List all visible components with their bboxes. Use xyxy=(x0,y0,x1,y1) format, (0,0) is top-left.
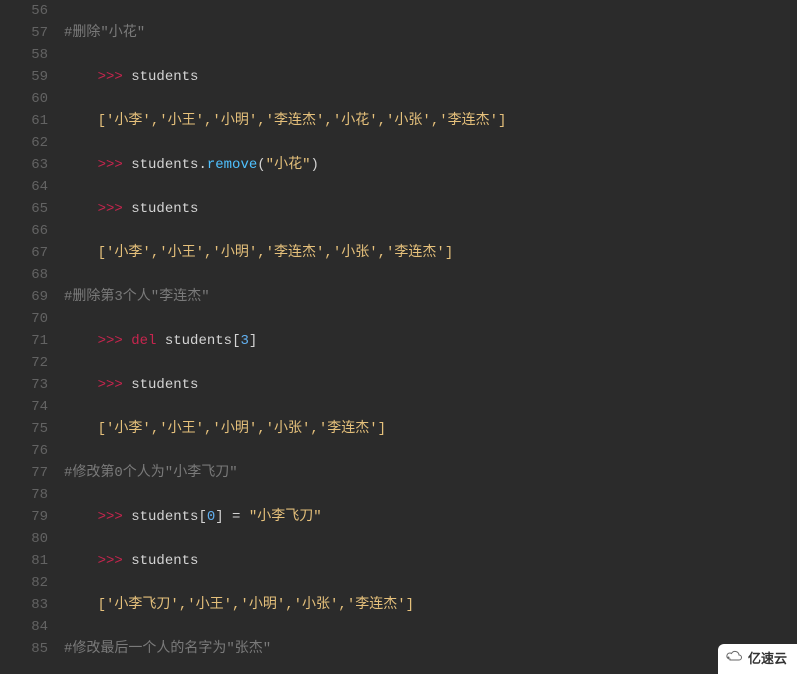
line-number: 71 xyxy=(0,330,48,352)
identifier: students xyxy=(131,377,198,393)
comment-text: #删除"小花" xyxy=(64,25,145,41)
line-number: 66 xyxy=(0,220,48,242)
paren-open: ( xyxy=(257,157,265,173)
code-line: >>> students xyxy=(64,374,797,396)
code-line: >>> del students[3] xyxy=(64,330,797,352)
code-line: >>> students xyxy=(64,66,797,88)
repl-prompt: >>> xyxy=(98,509,132,525)
code-line: #修改最后一个人的名字为"张杰" xyxy=(64,638,797,660)
code-line: ['小李飞刀','小王','小明','小张','李连杰'] xyxy=(64,594,797,616)
repl-prompt: >>> xyxy=(98,553,132,569)
identifier: students xyxy=(165,333,232,349)
line-number: 58 xyxy=(0,44,48,66)
line-number: 73 xyxy=(0,374,48,396)
line-number: 79 xyxy=(0,506,48,528)
list-output: ['小李','小王','小明','李连杰','小张','李连杰'] xyxy=(98,245,454,261)
line-number: 77 xyxy=(0,462,48,484)
list-output: ['小李','小王','小明','小张','李连杰'] xyxy=(98,421,386,437)
repl-prompt: >>> xyxy=(98,157,132,173)
code-line: >>> students[0] = "小李飞刀" xyxy=(64,506,797,528)
code-line: #删除第3个人"李连杰" xyxy=(64,286,797,308)
line-number: 80 xyxy=(0,528,48,550)
line-number: 65 xyxy=(0,198,48,220)
code-editor: 56 57 58 59 60 61 62 63 64 65 66 67 68 6… xyxy=(0,0,797,674)
code-line: #修改第0个人为"小李飞刀" xyxy=(64,462,797,484)
bracket-close: ] xyxy=(249,333,257,349)
line-number-gutter: 56 57 58 59 60 61 62 63 64 65 66 67 68 6… xyxy=(0,0,54,674)
keyword-del: del xyxy=(131,333,156,349)
dot: . xyxy=(198,157,206,173)
line-number: 70 xyxy=(0,308,48,330)
method-name: remove xyxy=(207,157,257,173)
line-number: 64 xyxy=(0,176,48,198)
bracket-close: ] xyxy=(215,509,223,525)
line-number: 57 xyxy=(0,22,48,44)
line-number: 60 xyxy=(0,88,48,110)
line-number: 85 xyxy=(0,638,48,660)
paren-close: ) xyxy=(310,157,318,173)
code-line: >>> students xyxy=(64,550,797,572)
identifier: students xyxy=(131,509,198,525)
line-number: 72 xyxy=(0,352,48,374)
code-line: ['小李','小王','小明','李连杰','小花','小张','李连杰'] xyxy=(64,110,797,132)
bracket-open: [ xyxy=(198,509,206,525)
cloud-icon xyxy=(724,648,744,670)
line-number: 83 xyxy=(0,594,48,616)
code-line: #删除"小花" xyxy=(64,22,797,44)
line-number: 84 xyxy=(0,616,48,638)
comment-text: #修改最后一个人的名字为"张杰" xyxy=(64,641,271,657)
space xyxy=(156,333,164,349)
list-output: ['小李飞刀','小王','小明','小张','李连杰'] xyxy=(98,597,414,613)
string-literal: "小李飞刀" xyxy=(249,509,322,525)
line-number: 68 xyxy=(0,264,48,286)
line-number: 82 xyxy=(0,572,48,594)
code-panel: #删除"小花" >>> students ['小李','小王','小明','李连… xyxy=(54,0,797,674)
list-output: ['小李','小王','小明','李连杰','小花','小张','李连杰'] xyxy=(98,113,507,129)
identifier: students xyxy=(131,157,198,173)
code-line: >>> students.remove("小花") xyxy=(64,154,797,176)
line-number: 61 xyxy=(0,110,48,132)
identifier: students xyxy=(131,69,198,85)
repl-prompt: >>> xyxy=(98,201,132,217)
code-line: ['小李','小王','小明','小张','李连杰'] xyxy=(64,418,797,440)
code-line: >>> students xyxy=(64,198,797,220)
line-number: 74 xyxy=(0,396,48,418)
string-literal: "小花" xyxy=(266,157,311,173)
line-number: 56 xyxy=(0,0,48,22)
code-line: ['小李','小王','小明','李连杰','小张','李连杰'] xyxy=(64,242,797,264)
number-literal: 3 xyxy=(240,333,248,349)
repl-prompt: >>> xyxy=(98,69,132,85)
repl-prompt: >>> xyxy=(98,377,132,393)
line-number: 81 xyxy=(0,550,48,572)
repl-prompt: >>> xyxy=(98,333,132,349)
watermark-badge: 亿速云 xyxy=(718,644,797,674)
line-number: 67 xyxy=(0,242,48,264)
line-number: 63 xyxy=(0,154,48,176)
equals: = xyxy=(224,509,249,525)
line-number: 62 xyxy=(0,132,48,154)
line-number: 78 xyxy=(0,484,48,506)
comment-text: #删除第3个人"李连杰" xyxy=(64,289,210,305)
comment-text: #修改第0个人为"小李飞刀" xyxy=(64,465,238,481)
identifier: students xyxy=(131,201,198,217)
line-number: 75 xyxy=(0,418,48,440)
watermark-text: 亿速云 xyxy=(748,648,787,670)
line-number: 69 xyxy=(0,286,48,308)
identifier: students xyxy=(131,553,198,569)
number-literal: 0 xyxy=(207,509,215,525)
line-number: 59 xyxy=(0,66,48,88)
line-number: 76 xyxy=(0,440,48,462)
